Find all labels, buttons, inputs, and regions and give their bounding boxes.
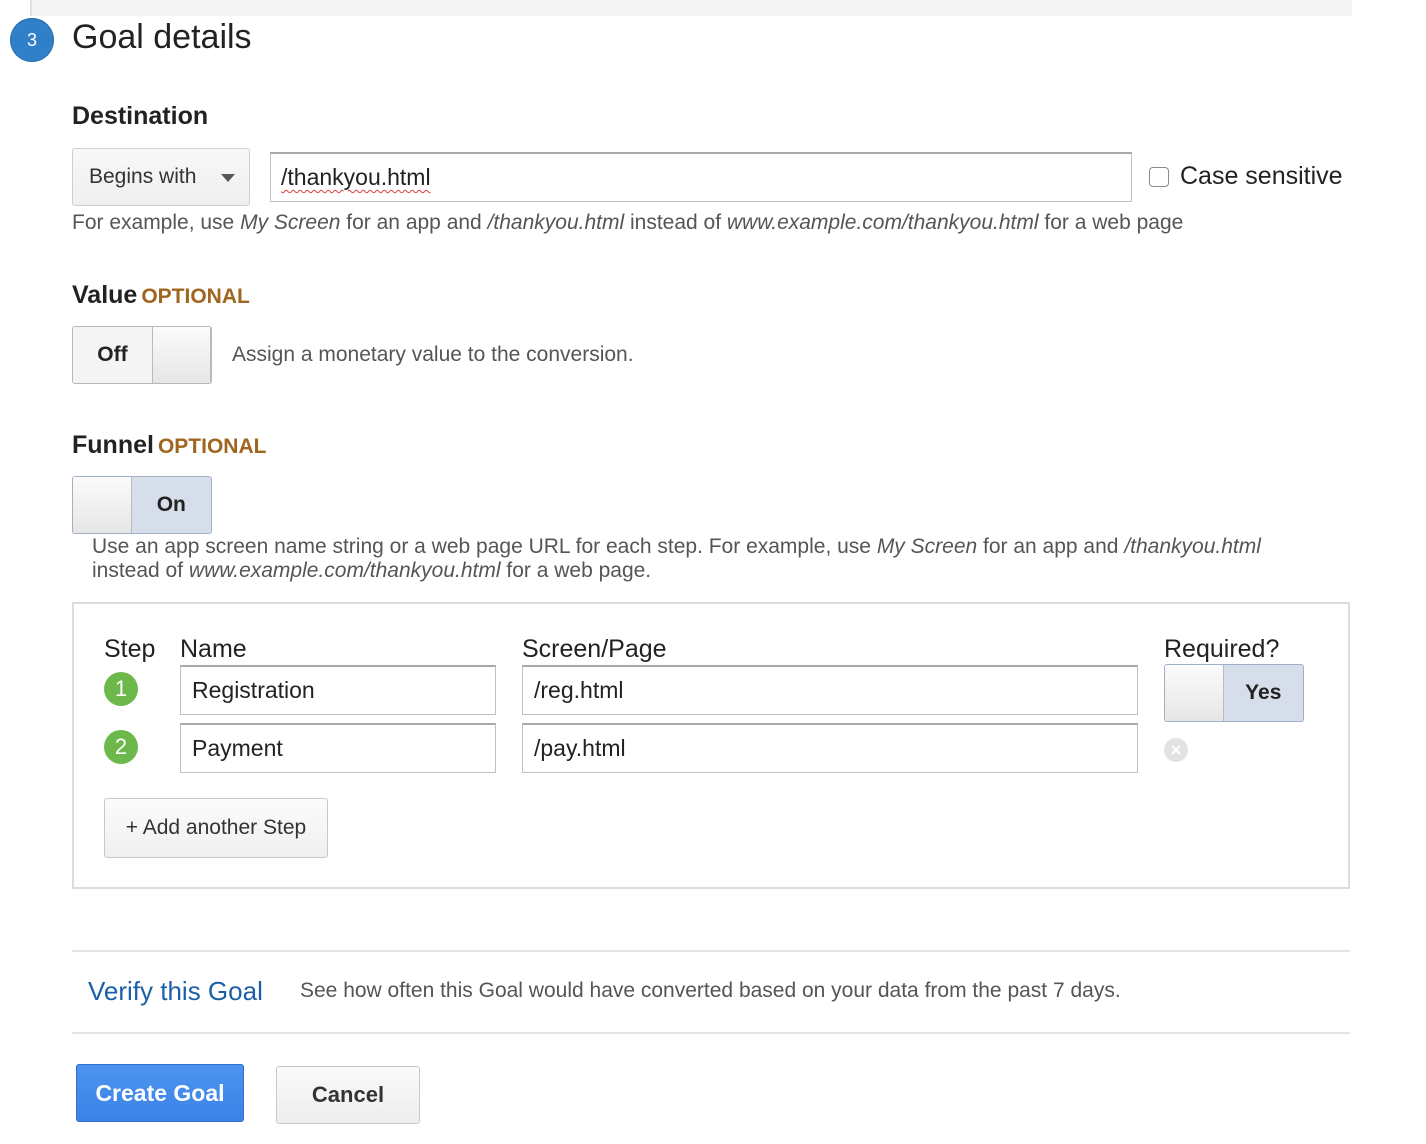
section-number-badge: 3: [10, 18, 54, 62]
case-sensitive-checkbox[interactable]: [1149, 167, 1169, 187]
match-type-dropdown[interactable]: Begins with: [72, 148, 250, 206]
toggle-knob: [151, 327, 211, 383]
funnel-heading: Funnel OPTIONAL: [72, 431, 267, 459]
create-goal-button[interactable]: Create Goal: [76, 1064, 244, 1122]
destination-heading: Destination: [72, 102, 209, 130]
page-title: Goal details: [72, 18, 252, 56]
column-header-required: Required?: [1164, 635, 1280, 663]
column-header-page: Screen/Page: [522, 635, 667, 663]
value-toggle[interactable]: Off: [72, 326, 212, 384]
step-number-badge: 1: [104, 672, 138, 706]
add-step-button[interactable]: + Add another Step: [104, 798, 328, 858]
funnel-toggle-label: On: [156, 493, 186, 516]
value-toggle-label: Off: [97, 343, 128, 366]
funnel-hint: Use an app screen name string or a web p…: [92, 535, 1261, 582]
optional-label: OPTIONAL: [157, 435, 267, 458]
column-header-name: Name: [180, 635, 247, 663]
destination-value: /thankyou.html: [281, 164, 431, 190]
divider: [72, 950, 1350, 952]
step-page-value: /reg.html: [534, 677, 624, 703]
optional-label: OPTIONAL: [141, 285, 250, 308]
destination-hint: For example, use My Screen for an app an…: [72, 211, 1184, 234]
case-sensitive-label: Case sensitive: [1180, 162, 1343, 190]
cancel-button[interactable]: Cancel: [276, 1066, 420, 1124]
divider: [72, 1032, 1350, 1034]
step-name-input[interactable]: Registration: [180, 665, 496, 715]
toggle-knob: [73, 477, 132, 533]
toggle-knob: [1165, 665, 1224, 721]
remove-step-icon[interactable]: ×: [1164, 738, 1188, 762]
verify-description: See how often this Goal would have conve…: [300, 979, 1121, 1002]
previous-section-bar: [30, 0, 1352, 16]
step-page-input[interactable]: /pay.html: [522, 723, 1138, 773]
step-page-input[interactable]: /reg.html: [522, 665, 1138, 715]
chevron-down-icon: [221, 174, 235, 182]
match-type-value: Begins with: [89, 165, 197, 188]
step-number-badge: 2: [104, 730, 138, 764]
required-toggle-label: Yes: [1245, 681, 1282, 704]
step-name-value: Payment: [192, 735, 283, 761]
column-header-step: Step: [104, 635, 156, 663]
value-heading: Value OPTIONAL: [72, 281, 250, 309]
step-page-value: /pay.html: [534, 735, 626, 761]
destination-input[interactable]: /thankyou.html: [270, 152, 1132, 202]
verify-goal-link[interactable]: Verify this Goal: [88, 976, 263, 1007]
value-description: Assign a monetary value to the conversio…: [232, 343, 634, 366]
step-name-input[interactable]: Payment: [180, 723, 496, 773]
funnel-toggle[interactable]: On: [72, 476, 212, 534]
step-name-value: Registration: [192, 677, 315, 703]
required-toggle[interactable]: Yes: [1164, 664, 1304, 722]
